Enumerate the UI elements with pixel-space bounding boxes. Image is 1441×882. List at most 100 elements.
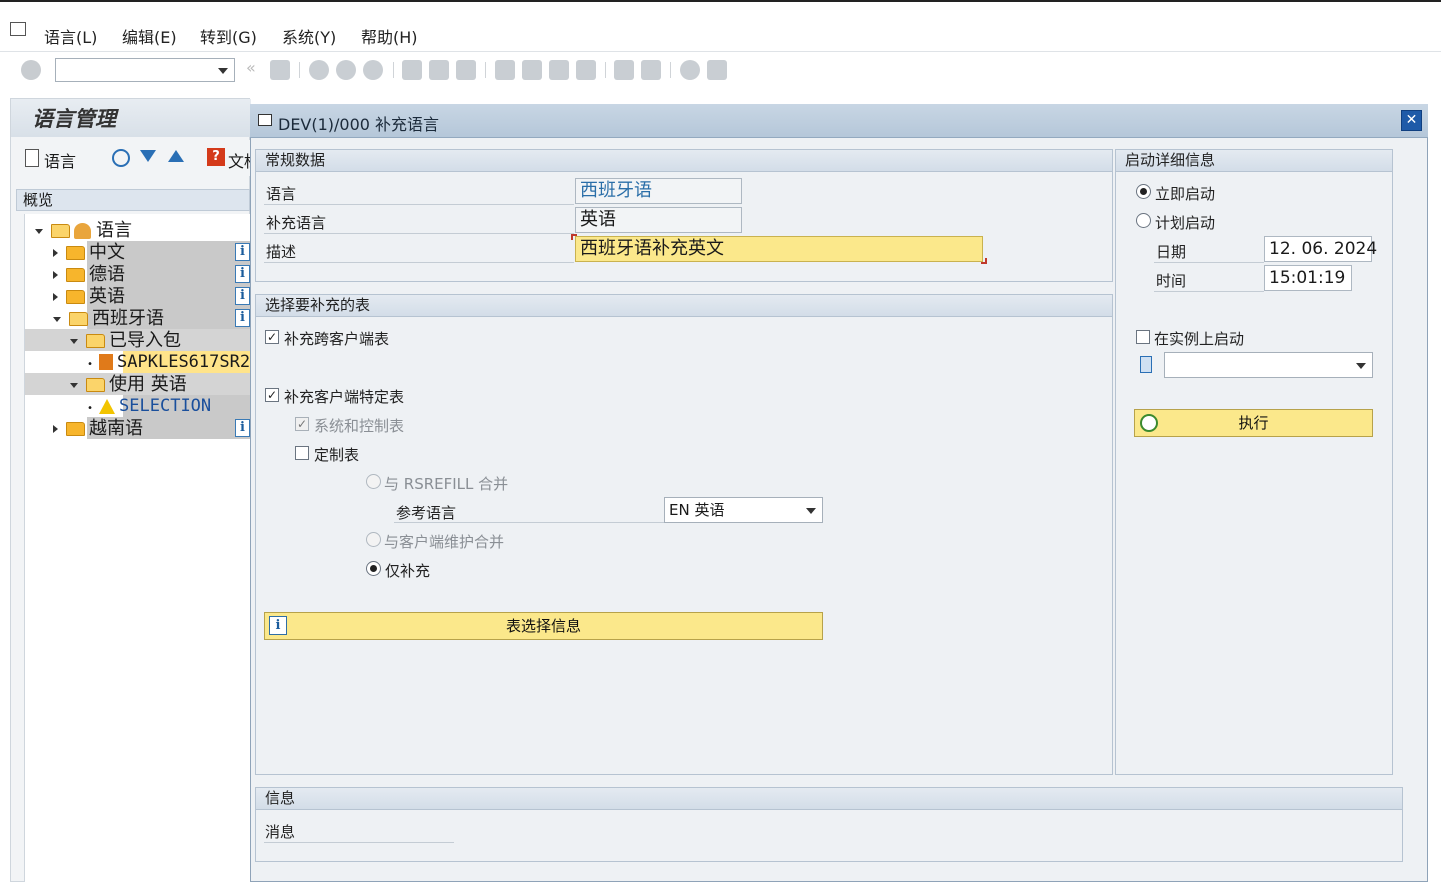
info-group: 信息: [255, 787, 1403, 862]
next-page-icon[interactable]: [549, 60, 569, 80]
tree-node-vietnamese[interactable]: 越南语: [53, 418, 143, 439]
menu-help[interactable]: 帮助(H): [361, 24, 418, 48]
refresh-icon[interactable]: [112, 149, 130, 167]
previous-page-icon[interactable]: [522, 60, 542, 80]
first-page-icon[interactable]: [495, 60, 515, 80]
server-icon: [1140, 356, 1152, 373]
tree-node-spanish[interactable]: 西班牙语: [53, 308, 164, 329]
client-specific-checkbox[interactable]: ✓: [265, 388, 279, 402]
print-icon[interactable]: [402, 60, 422, 80]
chevron-down-icon: [806, 508, 816, 514]
last-page-icon[interactable]: [576, 60, 596, 80]
info-icon[interactable]: i: [235, 265, 250, 283]
shortcut-icon[interactable]: [641, 60, 661, 80]
instance-dropdown[interactable]: [1164, 352, 1373, 378]
focus-corner: [571, 234, 577, 240]
system-control-label: 系统和控制表: [314, 417, 405, 435]
cross-client-label: 补充跨客户端表: [284, 330, 390, 348]
help-icon[interactable]: [680, 60, 700, 80]
ref-language-label: 参考语言: [396, 504, 457, 522]
supp-language-label: 补充语言: [266, 214, 327, 232]
start-on-instance-checkbox[interactable]: [1136, 330, 1150, 344]
cross-client-checkbox[interactable]: ✓: [265, 330, 279, 344]
time-label: 时间: [1156, 272, 1187, 290]
date-label: 日期: [1156, 243, 1187, 261]
tree-node-selection[interactable]: • SELECTION: [87, 396, 211, 417]
tree-node-root[interactable]: 语言: [35, 220, 132, 241]
find-next-icon[interactable]: [456, 60, 476, 80]
tree-node-usage[interactable]: 使用 英语: [70, 374, 187, 395]
supp-language-field: 英语: [575, 207, 742, 233]
command-field[interactable]: [55, 58, 235, 82]
clock-execute-icon: [1140, 414, 1158, 432]
execute-label: 执行: [1238, 414, 1269, 432]
info-header: 信息: [256, 788, 1402, 810]
dialog-window-icon: [258, 114, 272, 126]
tree-node-chinese[interactable]: 中文: [53, 242, 125, 263]
start-details-header: 启动详细信息: [1116, 150, 1392, 172]
general-data-header: 常规数据: [256, 150, 1112, 172]
language-label: 语言: [266, 185, 297, 203]
merge-client-radio: [366, 532, 381, 547]
package-icon: [99, 354, 114, 370]
new-session-icon[interactable]: [614, 60, 634, 80]
menu-language[interactable]: 语言(L): [44, 24, 97, 48]
confirm-icon[interactable]: [21, 60, 41, 80]
start-immediately-radio[interactable]: [1136, 184, 1151, 199]
custom-tables-label: 定制表: [314, 446, 360, 464]
menu-edit[interactable]: 编辑(E): [122, 24, 177, 48]
cancel-icon[interactable]: [363, 60, 383, 80]
menu-goto[interactable]: 转到(G): [200, 24, 257, 48]
tree-node-english[interactable]: 英语: [53, 286, 125, 307]
documentation-button[interactable]: 文档: [228, 148, 250, 172]
ref-language-value: EN 英语: [669, 501, 725, 519]
info-icon[interactable]: i: [235, 309, 250, 327]
table-selection-info-button[interactable]: i 表选择信息: [264, 612, 823, 640]
only-supplement-label: 仅补充: [385, 562, 431, 580]
collapse-icon[interactable]: «: [246, 58, 256, 77]
application-toolbar: 语言 ? 文档: [11, 140, 251, 176]
info-icon[interactable]: i: [235, 419, 250, 437]
language-tree: 语言 中文 德语 英语 西班牙语 已导入包 • SAPKLES617SR2 使用 …: [24, 214, 251, 882]
standard-toolbar: «: [0, 52, 1441, 90]
language-field: 西班牙语: [575, 178, 742, 204]
info-icon: i: [269, 616, 287, 635]
close-icon[interactable]: ✕: [1401, 110, 1422, 131]
page-title: 语言管理: [32, 106, 116, 131]
focus-corner: [981, 258, 987, 264]
exit-icon[interactable]: [336, 60, 356, 80]
info-icon[interactable]: i: [235, 287, 250, 305]
description-label: 描述: [266, 243, 297, 261]
language-tool-button[interactable]: 语言: [44, 148, 76, 172]
menu-window-icon[interactable]: [10, 22, 26, 36]
only-supplement-radio[interactable]: [366, 561, 381, 576]
client-specific-label: 补充客户端特定表: [284, 388, 405, 406]
menu-system[interactable]: 系统(Y): [282, 24, 336, 48]
message-label: 消息: [265, 823, 296, 841]
documentation-icon[interactable]: ?: [207, 148, 225, 166]
back-icon[interactable]: [309, 60, 329, 80]
time-input[interactable]: 15:01:19: [1264, 265, 1352, 291]
merge-rsrefill-label: 与 RSREFILL 合并: [384, 475, 509, 493]
scheduled-start-radio[interactable]: [1136, 213, 1151, 228]
chevron-down-icon: [1356, 363, 1366, 369]
info-icon[interactable]: i: [235, 243, 250, 261]
expand-icon[interactable]: [140, 150, 156, 162]
execute-button[interactable]: 执行: [1134, 409, 1373, 437]
custom-tables-checkbox[interactable]: [295, 446, 309, 460]
tree-node-imported-packages[interactable]: 已导入包: [70, 330, 181, 351]
description-input[interactable]: 西班牙语补充英文: [575, 236, 983, 262]
find-icon[interactable]: [429, 60, 449, 80]
merge-rsrefill-radio: [366, 474, 381, 489]
warning-icon: [99, 398, 116, 414]
layout-menu-icon[interactable]: [707, 60, 727, 80]
tree-node-german[interactable]: 德语: [53, 264, 125, 285]
ref-language-dropdown[interactable]: EN 英语: [664, 497, 823, 523]
tree-node-package[interactable]: • SAPKLES617SR2: [87, 352, 250, 373]
tree-header: 概览: [16, 189, 250, 211]
save-icon[interactable]: [270, 60, 290, 80]
table-selection-info-label: 表选择信息: [505, 617, 581, 635]
collapse-all-icon[interactable]: [168, 150, 184, 162]
date-input[interactable]: 12. 06. 2024: [1264, 236, 1377, 262]
merge-client-label: 与客户端维护合并: [384, 533, 505, 551]
